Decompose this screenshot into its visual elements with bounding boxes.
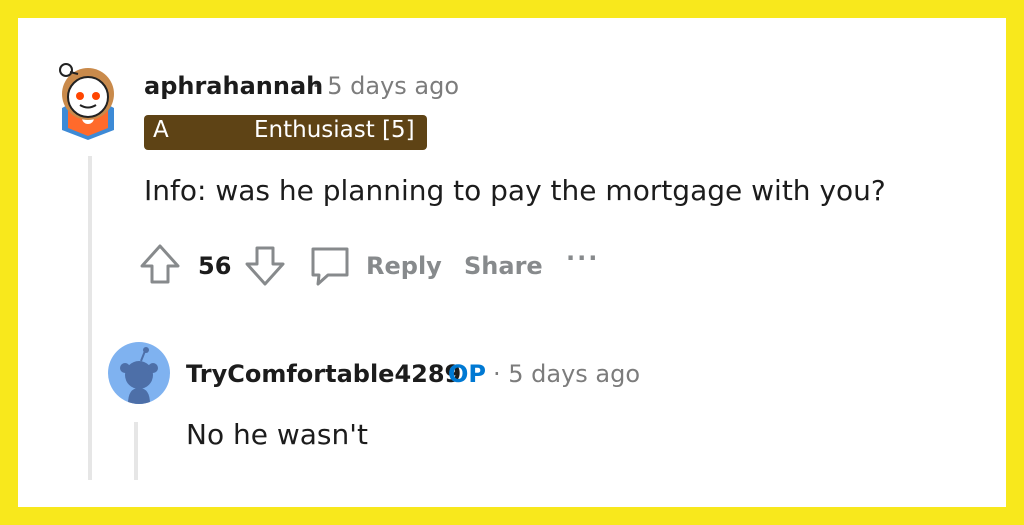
vote-score: 56 <box>198 252 232 280</box>
op-badge: OP <box>448 360 486 388</box>
comment-body: Info: was he planning to pay the mortgag… <box>144 174 886 207</box>
comment-card: aphrahannah · 5 days ago A Enthusiast [5… <box>18 18 1006 507</box>
snoo-avatar-icon <box>59 63 114 140</box>
more-options-button[interactable]: ··· <box>566 244 599 272</box>
share-button[interactable]: Share <box>464 252 543 280</box>
upvote-icon[interactable] <box>138 242 182 286</box>
thread-line-main[interactable] <box>88 156 92 480</box>
reply-username[interactable]: TryComfortable4289 <box>186 360 461 388</box>
comment-username[interactable]: aphrahannah <box>144 72 323 100</box>
user-flair: A Enthusiast [5] <box>144 115 427 150</box>
comment-timestamp[interactable]: · 5 days ago <box>312 72 459 100</box>
avatar[interactable] <box>56 60 120 140</box>
reply-timestamp[interactable]: · 5 days ago <box>493 360 640 388</box>
reply-button[interactable]: Reply <box>308 244 442 288</box>
default-snoo-icon <box>120 347 158 404</box>
flair-text: Enthusiast [5] <box>254 117 415 143</box>
reply-label: Reply <box>366 252 442 280</box>
reply-body: No he wasn't <box>186 418 368 451</box>
comment-bubble-icon <box>311 247 349 286</box>
thread-line-reply[interactable] <box>134 422 138 480</box>
flair-prefix: A <box>153 117 169 143</box>
downvote-icon[interactable] <box>243 244 287 288</box>
reply-avatar[interactable] <box>108 342 170 404</box>
